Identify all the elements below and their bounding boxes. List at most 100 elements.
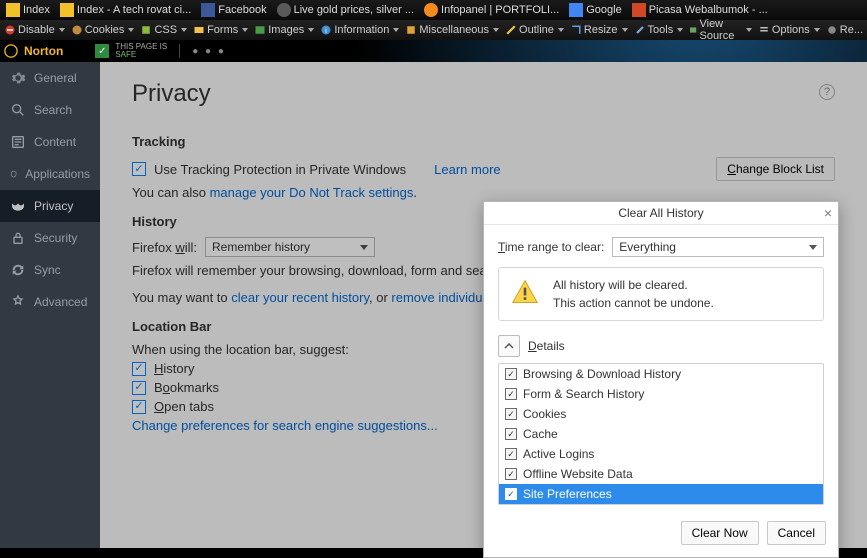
checkbox[interactable] [505,428,517,440]
tracking-heading: Tracking [132,134,835,149]
page-title: Privacy [132,80,835,108]
developer-toolbar: Disable Cookies CSS Forms Images iInform… [0,20,867,40]
bookmark-item[interactable]: Picasa Webalbumok - ... [628,3,772,17]
warning-line1: All history will be cleared. [553,278,714,292]
content-icon [10,134,26,150]
clear-now-button[interactable]: Clear Now [681,521,759,545]
maywant-text: You may want to [132,290,231,305]
applications-icon [10,166,17,182]
favicon-icon [201,3,215,17]
firefox-will-label: Firefox will: [132,240,197,255]
details-list: Browsing & Download History Form & Searc… [498,363,824,505]
details-toggle[interactable] [498,335,520,357]
dev-more[interactable]: Re... [826,24,863,36]
warning-line2: This action cannot be undone. [553,296,714,310]
dnt-link[interactable]: manage your Do Not Track settings [210,185,414,200]
tracking-protection-label: Use Tracking Protection in Private Windo… [154,162,406,177]
detail-item-cache[interactable]: Cache [499,424,823,444]
change-search-suggestions-link[interactable]: Change preferences for search engine sug… [132,418,438,433]
dialog-title: Clear All History [618,206,703,220]
checkbox[interactable] [505,468,517,480]
dev-misc[interactable]: Miscellaneous [405,24,499,36]
search-icon [10,102,26,118]
detail-item-siteprefs[interactable]: Site Preferences [499,484,823,504]
lock-icon [10,230,26,246]
sidebar-item-applications[interactable]: Applications [0,158,100,190]
detail-item-cookies[interactable]: Cookies [499,404,823,424]
suggest-history-checkbox[interactable] [132,362,146,376]
checkbox[interactable] [505,448,517,460]
details-label: Details [528,339,565,353]
dev-disable[interactable]: Disable [4,24,65,36]
warning-icon [511,278,539,306]
bookmark-item[interactable]: Index - A tech rovat ci... [56,3,195,17]
time-range-select[interactable]: Everything [612,237,824,257]
favicon-icon [424,3,438,17]
clear-history-dialog: Clear All History × Time range to clear:… [483,201,839,558]
sync-icon [10,262,26,278]
cancel-button[interactable]: Cancel [767,521,826,545]
dialog-titlebar: Clear All History × [484,202,838,225]
sidebar-item-general[interactable]: General [0,62,100,94]
mask-icon [10,198,26,214]
dev-view-source[interactable]: View Source [689,18,752,42]
checkbox[interactable] [505,488,517,500]
sidebar-item-sync[interactable]: Sync [0,254,100,286]
prefs-sidebar: General Search Content Applications Priv… [0,62,100,548]
suggest-opentabs-label: Open tabs [154,399,214,414]
favicon-icon [569,3,583,17]
bookmark-item[interactable]: Index [2,3,54,17]
checkbox[interactable] [505,408,517,420]
suggest-bookmarks-label: Bookmarks [154,380,219,395]
detail-item-form[interactable]: Form & Search History [499,384,823,404]
clear-recent-link[interactable]: clear your recent history [231,290,369,305]
warning-box: All history will be cleared. This action… [498,267,824,321]
dev-information[interactable]: iInformation [320,24,399,36]
safe-check-icon: ✓ [95,44,109,58]
dev-tools[interactable]: Tools [634,24,684,36]
more-dots-icon[interactable]: ● ● ● [192,46,226,57]
norton-shield-icon [4,44,18,58]
favicon-icon [6,3,20,17]
sidebar-item-advanced[interactable]: Advanced [0,286,100,318]
dev-images[interactable]: Images [254,24,314,36]
dev-outline[interactable]: Outline [505,24,564,36]
suggest-opentabs-checkbox[interactable] [132,400,146,414]
favicon-icon [632,3,646,17]
dev-options[interactable]: Options [758,24,820,36]
dnt-prefix: You can also [132,185,210,200]
sidebar-item-content[interactable]: Content [0,126,100,158]
bookmark-item[interactable]: Facebook [197,3,270,17]
bookmark-item[interactable]: Google [565,3,625,17]
dev-forms[interactable]: Forms [193,24,248,36]
change-block-list-button[interactable]: Change Block List [716,157,835,181]
chevron-up-icon [504,341,514,351]
dev-resize[interactable]: Resize [570,24,628,36]
tracking-protection-checkbox[interactable] [132,162,146,176]
detail-item-browsing[interactable]: Browsing & Download History [499,364,823,384]
gear-icon [10,70,26,86]
bookmark-item[interactable]: Live gold prices, silver ... [273,3,418,17]
favicon-icon [277,3,291,17]
suggest-bookmarks-checkbox[interactable] [132,381,146,395]
favicon-icon [60,3,74,17]
dev-cookies[interactable]: Cookies [71,24,135,36]
sidebar-item-search[interactable]: Search [0,94,100,126]
dev-css[interactable]: CSS [140,24,187,36]
checkbox[interactable] [505,368,517,380]
learn-more-link[interactable]: Learn more [434,162,500,177]
norton-brand: Norton [24,44,63,58]
sidebar-item-privacy[interactable]: Privacy [0,190,100,222]
history-mode-select[interactable]: Remember history [205,237,375,257]
checkbox[interactable] [505,388,517,400]
detail-item-offline[interactable]: Offline Website Data [499,464,823,484]
help-icon[interactable]: ? [819,84,835,100]
norton-bar: Norton ✓ THIS PAGE ISSAFE ● ● ● [0,40,867,62]
close-icon[interactable]: × [824,205,832,221]
bookmark-item[interactable]: Infopanel | PORTFOLI... [420,3,563,17]
detail-item-logins[interactable]: Active Logins [499,444,823,464]
time-range-label: Time range to clear: [498,240,604,254]
suggest-history-label: History [154,361,194,376]
sidebar-item-security[interactable]: Security [0,222,100,254]
advanced-icon [10,294,26,310]
